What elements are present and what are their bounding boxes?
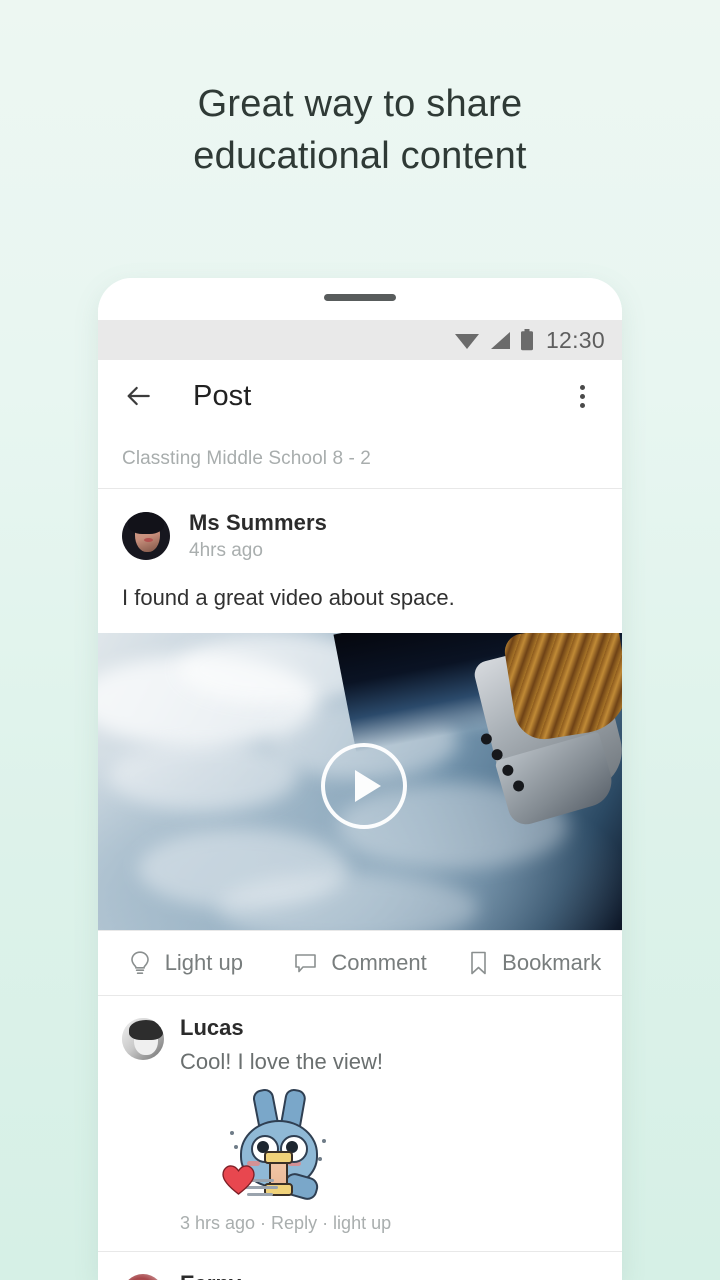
kebab-dot: [579, 393, 585, 399]
post-author-row[interactable]: Ms Summers 4hrs ago: [98, 489, 622, 562]
post-author-name: Ms Summers: [189, 510, 327, 535]
comment-meta[interactable]: 3 hrs ago · Reply · light up: [180, 1213, 598, 1251]
post-body-text: I found a great video about space.: [122, 585, 455, 610]
status-time: 12:30: [545, 326, 605, 353]
lightbulb-icon: [130, 951, 149, 974]
cell-signal-icon: [490, 332, 510, 349]
post-action-bar: Light up Comment Bookmark: [98, 931, 622, 995]
comment-label: Comment: [331, 950, 427, 975]
app-bar: Post: [98, 360, 622, 432]
light-up-button[interactable]: Light up: [98, 950, 273, 976]
promo-headline: Great way to share educational content: [0, 78, 720, 182]
breadcrumb[interactable]: Classting Middle School 8 - 2: [98, 432, 622, 488]
sticker-sparkle: [322, 1139, 326, 1143]
avatar[interactable]: [122, 1274, 164, 1280]
post-author-meta: Ms Summers 4hrs ago: [189, 510, 327, 562]
kebab-dot: [579, 402, 585, 408]
headline-line-1: Great way to share: [197, 83, 523, 125]
comment-author-name: Lucas: [180, 1015, 244, 1040]
list-item[interactable]: Earny I wanted to find out more about sp…: [98, 1252, 622, 1280]
back-arrow-icon[interactable]: [122, 380, 154, 412]
battery-icon: [520, 329, 533, 351]
comment-button[interactable]: Comment: [273, 950, 448, 976]
phone-mockup: 12:30 Post Classting Middle School 8 - 2…: [98, 278, 622, 1280]
post-timestamp: 4hrs ago: [189, 540, 263, 561]
comment-text: Cool! I love the view!: [180, 1049, 383, 1074]
sticker-sparkle: [230, 1131, 234, 1135]
video-spacecraft-foil: [502, 633, 622, 744]
list-item[interactable]: Lucas Cool! I love the view! 3 hrs ago ·…: [98, 996, 622, 1251]
video-cloud: [108, 741, 298, 811]
comment-content: Lucas Cool! I love the view! 3 hrs ago ·…: [180, 1015, 598, 1251]
phone-bezel: [98, 278, 622, 320]
status-bar: 12:30: [98, 320, 622, 360]
sticker-sparkle: [234, 1145, 238, 1149]
bookmark-button[interactable]: Bookmark: [447, 950, 622, 976]
earpiece-speaker: [324, 294, 396, 301]
comment-content: Earny I wanted to find out more about sp…: [180, 1271, 598, 1280]
kebab-menu-icon[interactable]: [564, 378, 600, 414]
avatar-hair: [129, 1020, 163, 1040]
headline-line-2: educational content: [193, 135, 527, 177]
play-triangle: [355, 769, 381, 802]
sticker-nose-band: [264, 1151, 293, 1164]
avatar-hair: [128, 512, 164, 534]
light-up-label: Light up: [164, 950, 243, 975]
kebab-dot: [579, 384, 585, 390]
avatar-lip: [144, 538, 153, 542]
post-video-thumbnail[interactable]: [98, 633, 622, 930]
avatar-photo: [122, 1274, 164, 1280]
heart-icon: [222, 1165, 255, 1195]
bookmark-label: Bookmark: [502, 950, 602, 975]
comment-bubble-icon: [295, 953, 317, 972]
blue-rabbit-heart-sticker: [218, 1087, 336, 1205]
avatar[interactable]: [122, 1018, 164, 1060]
sticker-sparkle: [318, 1157, 322, 1161]
page-title: Post: [193, 379, 252, 412]
comment-author-name: Earny: [180, 1271, 598, 1280]
wifi-icon: [454, 334, 479, 349]
bookmark-icon: [471, 951, 486, 975]
play-button-icon[interactable]: [321, 742, 407, 829]
avatar[interactable]: [122, 512, 170, 560]
